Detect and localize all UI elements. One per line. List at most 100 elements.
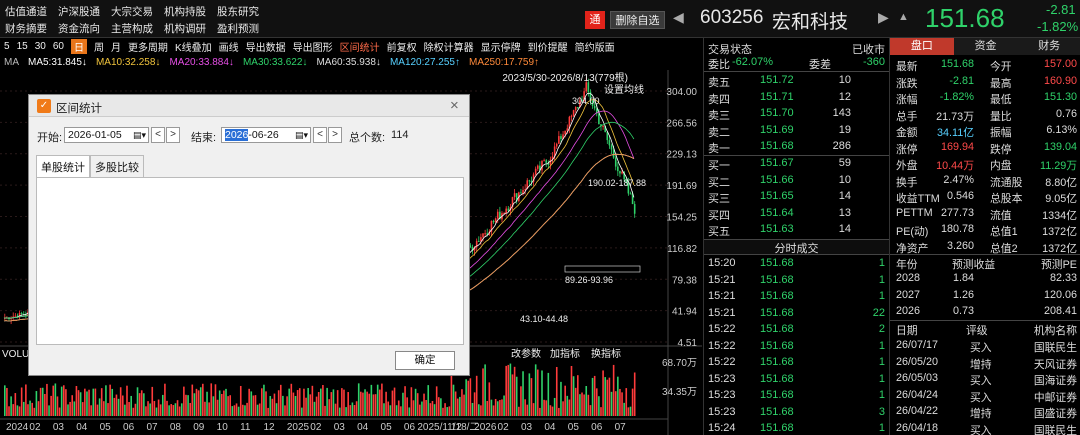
forecast-header-row: 年份 预测收益 预测PE — [890, 255, 1080, 272]
toolbar-item[interactable]: 5 — [4, 41, 10, 52]
volume-bar — [501, 399, 503, 416]
volume-bar — [587, 394, 590, 416]
volume-bar — [549, 405, 552, 416]
delete-favorite-button[interactable]: 删除自选 — [610, 11, 665, 29]
end-prev-button[interactable]: < — [313, 127, 327, 143]
quote-label: PE(动) — [896, 226, 929, 238]
toolbar-item[interactable]: 周 — [94, 39, 104, 54]
ma-settings-link[interactable]: 设置均线 — [604, 83, 644, 96]
volume-bar — [334, 403, 337, 416]
volume-bar — [532, 403, 535, 416]
top-menu-item[interactable]: 财务摘要 — [5, 21, 47, 36]
toolbar-item[interactable]: 区间统计 — [340, 39, 380, 54]
toolbar-item[interactable]: 日 — [70, 38, 87, 54]
quote-value: 1372亿 — [1042, 226, 1077, 238]
indicator-button[interactable]: 改参数 — [511, 347, 541, 360]
toolbar-item[interactable]: 15 — [17, 41, 28, 52]
forecast-eps: 0.73 — [952, 305, 974, 317]
indicator-button[interactable]: 加指标 — [550, 347, 580, 360]
quote-row: 净资产 3.260 总值2 1372亿 — [890, 239, 1080, 256]
ok-button[interactable]: 确定 — [395, 351, 455, 370]
quote-value: 8.80亿 — [1045, 176, 1077, 189]
end-date-field[interactable]: 2026-06-26 ▤▾ — [221, 127, 311, 143]
tick-price: 151.68 — [760, 389, 794, 401]
quote-value: 21.73万 — [936, 110, 974, 123]
quote-value: 11.29万 — [1039, 160, 1077, 172]
calendar-icon[interactable]: ▤▾ — [133, 128, 146, 142]
volume-bar — [579, 394, 581, 416]
volume-bar — [509, 363, 512, 416]
toolbar-item[interactable]: 60 — [53, 41, 64, 52]
y-tick-label: 304.00 — [666, 87, 697, 98]
calendar-icon[interactable]: ▤▾ — [295, 128, 308, 142]
quote-label: 金额 — [896, 127, 918, 139]
volume-bar — [431, 400, 434, 416]
top-menu-item[interactable]: 股东研究 — [217, 4, 259, 19]
toolbar-item[interactable]: 导出数据 — [246, 39, 286, 54]
forecast-pe: 120.06 — [1043, 288, 1077, 301]
quote-row: 换手 2.47% 流通股 8.80亿 — [890, 173, 1080, 190]
volume-bar — [528, 373, 531, 416]
next-stock-icon[interactable]: ▶ — [878, 9, 889, 26]
volume-bar — [524, 399, 526, 416]
top-menu-item[interactable]: 机构持股 — [164, 4, 206, 19]
start-next-button[interactable]: > — [166, 127, 180, 143]
tong-button[interactable]: 通 — [585, 11, 605, 29]
tick-time: 15:22 — [708, 339, 736, 352]
top-menu-item[interactable]: 估值通道 — [5, 4, 47, 19]
volume-bar — [456, 398, 459, 416]
volume-bar — [332, 389, 335, 416]
start-prev-button[interactable]: < — [151, 127, 165, 143]
y-tick-label: 79.38 — [672, 275, 697, 286]
quote-label: 最低 — [990, 94, 1012, 106]
volume-bar — [52, 385, 55, 416]
rating-header: 机构名称 — [1033, 325, 1077, 337]
top-menu-item[interactable]: 盈利预测 — [217, 21, 259, 36]
top-menu-item[interactable]: 大宗交易 — [111, 4, 153, 19]
top-menu-item[interactable]: 沪深股通 — [58, 4, 100, 19]
toolbar-item[interactable]: 前复权 — [387, 39, 417, 54]
volume-bar — [621, 392, 623, 416]
tab-multi-stock[interactable]: 多股比较 — [90, 155, 144, 177]
tab-single-stock[interactable]: 单股统计 — [36, 155, 90, 177]
prev-stock-icon[interactable]: ◀ — [673, 9, 684, 26]
volume-bar — [463, 394, 465, 416]
tick-volume: 1 — [878, 422, 885, 434]
end-next-button[interactable]: > — [328, 127, 342, 143]
forecast-year: 2028 — [896, 272, 921, 284]
top-menu-item[interactable]: 资金流向 — [58, 21, 100, 36]
toolbar-item[interactable]: 月 — [111, 39, 121, 54]
start-date-field[interactable]: 2026-01-05 ▤▾ — [64, 127, 149, 143]
toolbar-item[interactable]: 显示停牌 — [481, 39, 521, 54]
quote-value: 9.05亿 — [1045, 193, 1077, 205]
volume-bar — [62, 385, 65, 416]
volume-bar — [328, 399, 331, 416]
toolbar-item[interactable]: 导出图形 — [293, 39, 333, 54]
volume-bar — [317, 392, 320, 416]
toolbar-item[interactable]: 30 — [35, 41, 46, 52]
quote-tab[interactable]: 资金 — [953, 38, 1018, 55]
range-label: 2023/5/30-2026/8/13(779根) — [502, 71, 628, 84]
volume-bar — [44, 393, 46, 416]
rating-header: 日期 — [896, 325, 918, 337]
quote-tab[interactable]: 财务 — [1017, 38, 1080, 55]
volume-bar — [210, 383, 213, 416]
toolbar-item[interactable]: 到价提醒 — [528, 39, 568, 54]
toolbar-item[interactable]: 简约版面 — [575, 39, 615, 54]
quote-tab[interactable]: 盘口 — [890, 38, 954, 55]
close-icon[interactable]: × — [450, 97, 459, 114]
volume-bar — [37, 401, 40, 416]
toolbar-item[interactable]: K线叠加 — [175, 39, 212, 54]
x-axis-label: 02 — [498, 422, 510, 433]
ask-label: 卖一 — [708, 143, 730, 155]
bell-icon[interactable]: ▲ — [898, 11, 909, 23]
toolbar-item[interactable]: 更多周期 — [128, 39, 168, 54]
volume-bar — [343, 389, 345, 416]
volume-bar — [214, 384, 217, 416]
top-menu-item[interactable]: 主营构成 — [111, 21, 153, 36]
toolbar-item[interactable]: 除权计算器 — [424, 39, 474, 54]
toolbar-item[interactable]: 画线 — [219, 39, 239, 54]
volume-bar — [364, 389, 366, 416]
indicator-button[interactable]: 换指标 — [591, 347, 621, 360]
top-menu-item[interactable]: 机构调研 — [164, 21, 206, 36]
